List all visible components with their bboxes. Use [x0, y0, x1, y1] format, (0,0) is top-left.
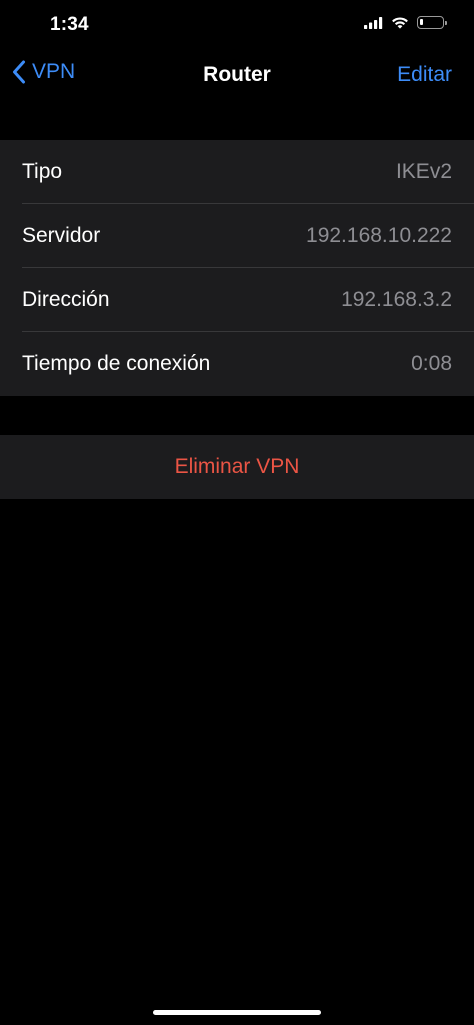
info-row-server: Servidor 192.168.10.222 — [0, 204, 474, 268]
type-value: IKEv2 — [395, 160, 452, 183]
server-label: Servidor — [22, 224, 101, 247]
back-button[interactable]: VPN — [12, 60, 75, 84]
navigation-bar: VPN Router Editar — [0, 54, 474, 98]
home-indicator[interactable] — [153, 1010, 321, 1015]
vpn-info-group: Tipo IKEv2 Servidor 192.168.10.222 Direc… — [0, 140, 474, 396]
info-row-type: Tipo IKEv2 — [0, 140, 474, 204]
delete-vpn-button[interactable]: Eliminar VPN — [0, 435, 474, 499]
wifi-icon — [392, 17, 408, 29]
connection-time-value: 0:08 — [411, 352, 452, 375]
address-label: Dirección — [22, 288, 110, 311]
battery-level — [420, 19, 423, 25]
connection-time-label: Tiempo de conexión — [22, 352, 211, 375]
server-value: 192.168.10.222 — [306, 224, 452, 247]
address-value: 192.168.3.2 — [341, 288, 452, 311]
chevron-left-icon — [13, 60, 25, 84]
back-button-label: VPN — [32, 60, 76, 83]
status-icons — [364, 16, 447, 29]
delete-vpn-label: Eliminar VPN — [174, 455, 300, 478]
status-time: 1:34 — [50, 14, 89, 35]
edit-button[interactable]: Editar — [397, 63, 452, 87]
signal-icon — [364, 16, 383, 29]
status-bar: 1:34 — [0, 0, 474, 54]
info-row-connection-time: Tiempo de conexión 0:08 — [0, 332, 474, 396]
info-row-address: Dirección 192.168.3.2 — [0, 268, 474, 332]
type-label: Tipo — [22, 160, 63, 183]
battery-icon — [417, 16, 447, 29]
